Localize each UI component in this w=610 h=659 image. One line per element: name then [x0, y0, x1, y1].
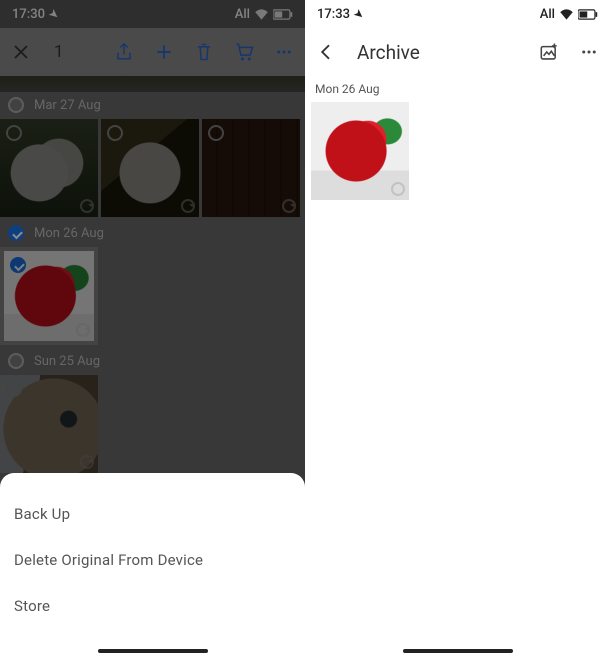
close-icon[interactable]: [10, 41, 32, 63]
trash-icon[interactable]: [193, 41, 215, 63]
more-icon[interactable]: [273, 41, 295, 63]
left-screenshot: 17:30 ➤ All 1 Mar 27 Aug Mon 26 Aug: [0, 0, 305, 659]
sync-icon: [76, 323, 90, 337]
thumb-checkbox[interactable]: [107, 125, 123, 141]
thumb-row: [0, 247, 305, 348]
partial-row: [0, 76, 305, 92]
status-network: All: [540, 7, 555, 22]
thumb-checkbox[interactable]: [10, 257, 26, 273]
status-bar: 17:33 ➤ All: [305, 0, 610, 28]
status-network: All: [235, 7, 250, 22]
archive-toolbar: Archive: [305, 28, 610, 76]
archive-thumb[interactable]: [311, 102, 409, 200]
selection-toolbar: 1: [0, 28, 305, 76]
sheet-option-backup[interactable]: Back Up: [14, 491, 291, 537]
date-header[interactable]: Mon 26 Aug: [0, 220, 305, 247]
right-screenshot: 17:33 ➤ All Archive Mon 26 Aug: [305, 0, 610, 659]
date-checkbox[interactable]: [8, 353, 24, 369]
thumb-row: [0, 375, 305, 476]
status-time: 17:30: [12, 7, 45, 22]
thumb-row: [0, 119, 305, 220]
photo-thumb[interactable]: [202, 119, 300, 217]
thumb-checkbox[interactable]: [6, 381, 22, 397]
status-bar: 17:30 ➤ All: [0, 0, 305, 28]
sync-icon: [282, 199, 296, 213]
wifi-icon: [559, 8, 574, 20]
photo-thumb[interactable]: [101, 119, 199, 217]
back-icon[interactable]: [315, 41, 337, 63]
add-photo-icon[interactable]: [538, 41, 560, 63]
battery-icon: [578, 9, 598, 20]
date-header[interactable]: Sun 25 Aug: [0, 348, 305, 375]
date-label: Sun 25 Aug: [34, 354, 100, 369]
photo-thumb[interactable]: [0, 375, 98, 473]
date-header[interactable]: Mar 27 Aug: [0, 92, 305, 119]
sheet-option-store[interactable]: Store: [14, 583, 291, 629]
thumb-checkbox[interactable]: [208, 125, 224, 141]
share-icon[interactable]: [113, 41, 135, 63]
plus-icon[interactable]: [153, 41, 175, 63]
nav-bar-handle[interactable]: [98, 649, 208, 653]
selection-count: 1: [54, 42, 64, 62]
sync-icon: [80, 199, 94, 213]
sync-icon: [181, 199, 195, 213]
photo-thumb-selected[interactable]: [0, 247, 98, 345]
status-time: 17:33: [317, 7, 350, 22]
battery-icon: [273, 9, 293, 20]
date-checkbox[interactable]: [8, 225, 24, 241]
date-header: Mon 26 Aug: [305, 76, 610, 102]
date-label: Mar 27 Aug: [34, 98, 101, 113]
thumb-checkbox[interactable]: [6, 125, 22, 141]
cart-icon[interactable]: [233, 41, 255, 63]
sheet-option-delete-original[interactable]: Delete Original From Device: [14, 537, 291, 583]
location-icon: ➤: [351, 5, 368, 22]
more-icon[interactable]: [578, 41, 600, 63]
bottom-sheet: Back Up Delete Original From Device Stor…: [0, 473, 305, 659]
location-icon: ➤: [46, 5, 63, 22]
date-checkbox[interactable]: [8, 97, 24, 113]
date-label: Mon 26 Aug: [34, 226, 104, 241]
sync-icon: [80, 455, 94, 469]
wifi-icon: [254, 8, 269, 20]
page-title: Archive: [357, 41, 420, 64]
sync-icon: [391, 182, 405, 196]
photo-thumb[interactable]: [0, 119, 98, 217]
nav-bar-handle[interactable]: [403, 649, 513, 653]
